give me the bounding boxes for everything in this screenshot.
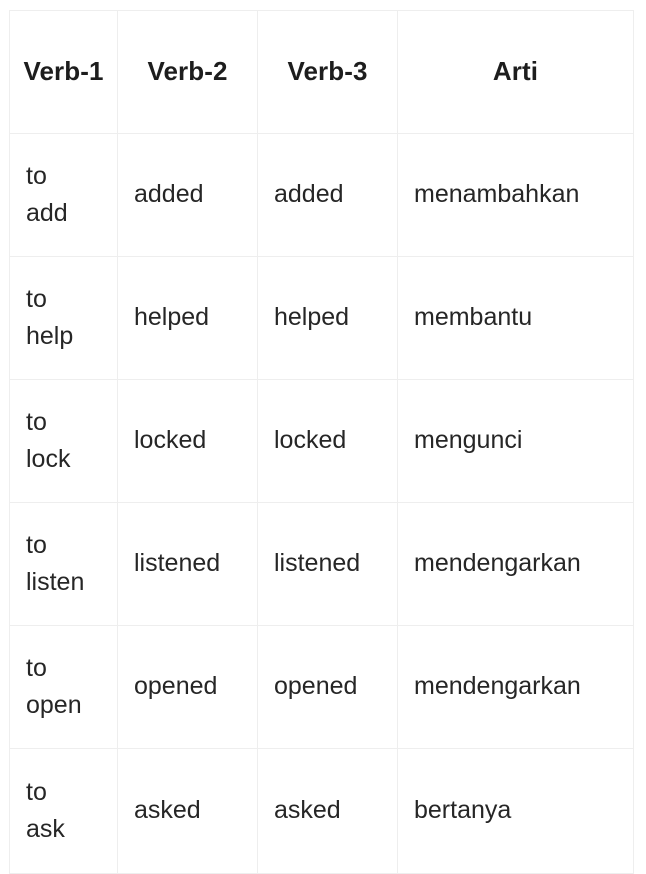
cell-verb-1: to ask [9,748,118,874]
cell-verb-2: listened [117,502,258,626]
cell-arti: menambahkan [397,133,634,257]
cell-arti: mendengarkan [397,625,634,749]
table-row: to listen listened listened mendengarkan [9,502,634,626]
irregular-verb-forms-table: Verb-1 Verb-2 Verb-3 Arti to add added a… [9,10,634,874]
cell-arti: bertanya [397,748,634,874]
column-header-verb-3: Verb-3 [257,10,398,134]
table-row: to ask asked asked bertanya [9,748,634,874]
cell-verb-3: helped [257,256,398,380]
cell-verb-3: asked [257,748,398,874]
cell-verb-2: opened [117,625,258,749]
column-header-verb-1: Verb-1 [9,10,118,134]
table-body: to add added added menambahkan to help h… [9,133,634,874]
cell-verb-3: added [257,133,398,257]
table-row: to lock locked locked mengunci [9,379,634,503]
cell-verb-2: asked [117,748,258,874]
cell-verb-2: helped [117,256,258,380]
cell-verb-1: to listen [9,502,118,626]
cell-verb-2: added [117,133,258,257]
cell-verb-1: to open [9,625,118,749]
table-header-row: Verb-1 Verb-2 Verb-3 Arti [9,10,634,134]
column-header-verb-2: Verb-2 [117,10,258,134]
table-row: to open opened opened mendengarkan [9,625,634,749]
cell-verb-2: locked [117,379,258,503]
table-header: Verb-1 Verb-2 Verb-3 Arti [9,10,634,134]
cell-verb-1: to add [9,133,118,257]
cell-verb-3: opened [257,625,398,749]
table-container: Verb-1 Verb-2 Verb-3 Arti to add added a… [0,0,646,874]
cell-arti: membantu [397,256,634,380]
cell-verb-1: to lock [9,379,118,503]
cell-verb-3: locked [257,379,398,503]
table-row: to add added added menambahkan [9,133,634,257]
cell-arti: mendengarkan [397,502,634,626]
cell-verb-3: listened [257,502,398,626]
column-header-arti: Arti [397,10,634,134]
cell-verb-1: to help [9,256,118,380]
table-row: to help helped helped membantu [9,256,634,380]
cell-arti: mengunci [397,379,634,503]
